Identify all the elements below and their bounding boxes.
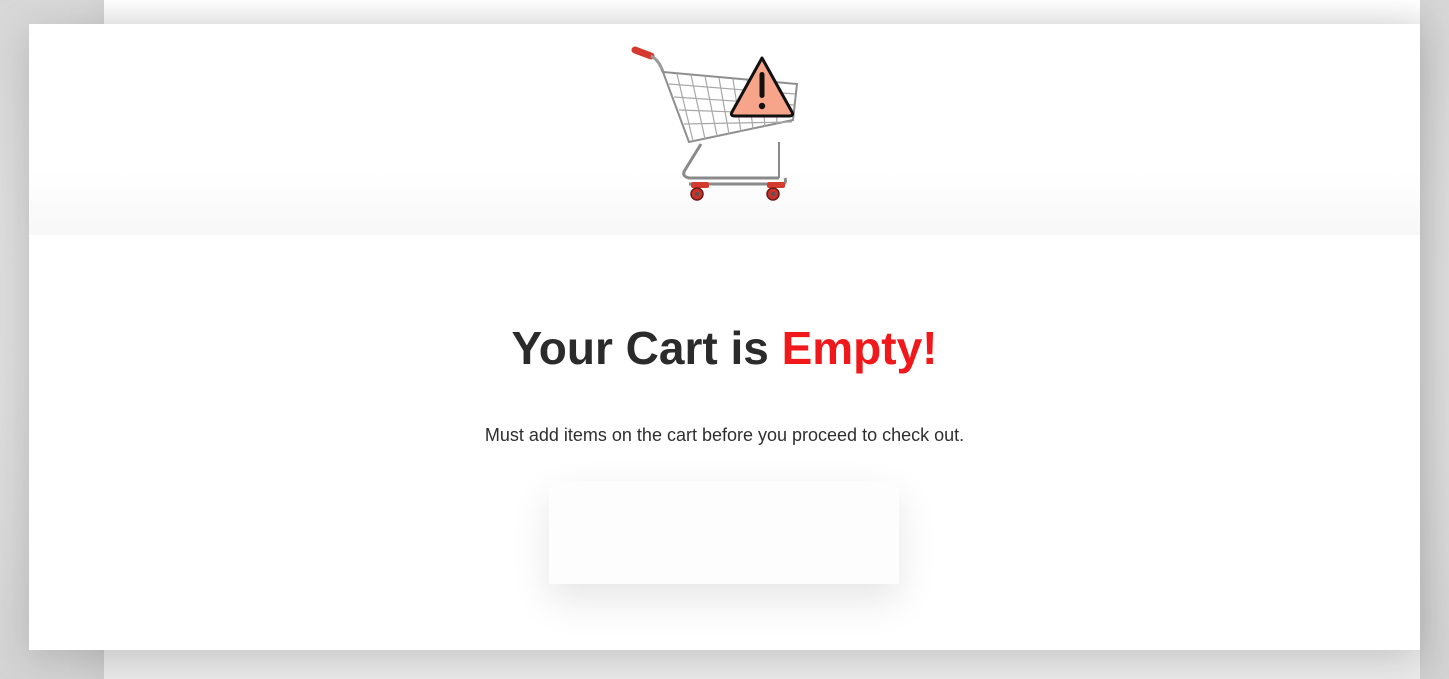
card-header [29,24,1420,235]
title-main-text: Your Cart is [511,322,782,374]
empty-cart-card: Your Cart is Empty! Must add items on th… [29,24,1420,650]
shopping-cart-warning-icon [631,46,799,201]
page-title: Your Cart is Empty! [29,320,1420,376]
top-strip [104,0,1420,24]
title-accent-text: Empty! [781,322,938,374]
continue-shopping-button[interactable] [549,481,899,584]
empty-cart-message: Must add items on the cart before you pr… [484,425,965,445]
